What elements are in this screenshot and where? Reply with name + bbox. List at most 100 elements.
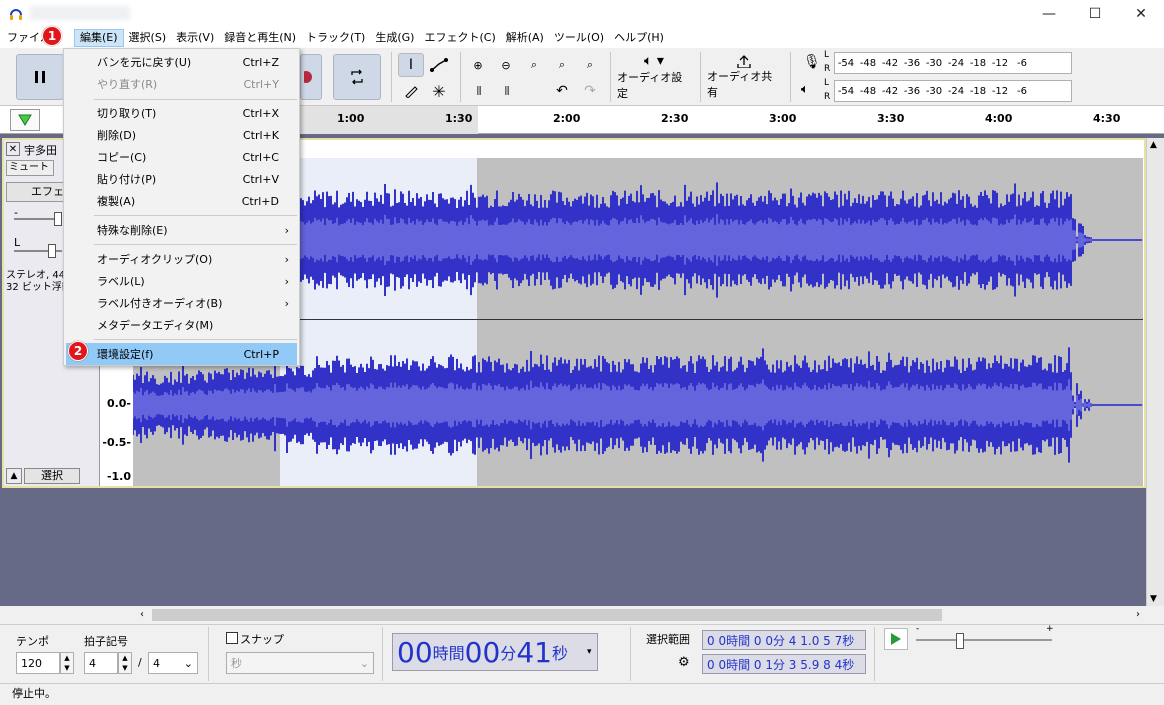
trim-button[interactable]: ⫼ xyxy=(466,79,492,103)
gain-slider-thumb[interactable] xyxy=(54,212,62,226)
record-meter[interactable]: -54 -48 -42 -36 -30 -24 -18 -12 -6 xyxy=(834,52,1072,74)
zoom-out-button[interactable]: ⊖ xyxy=(494,53,518,77)
settings-gear-icon[interactable]: ⚙ xyxy=(678,655,690,670)
tempo-spinner[interactable]: ▲ ▼ xyxy=(60,652,74,674)
selection-end-time[interactable]: 0 0時間 0 1分 3 5.9 8 4秒 xyxy=(702,654,866,674)
menu-help[interactable]: ヘルプ(H) xyxy=(609,29,669,47)
playback-speed-thumb[interactable] xyxy=(956,633,964,649)
redo-button[interactable]: ↷ xyxy=(578,79,602,103)
time-signature-slash: / xyxy=(138,656,142,669)
scroll-down-icon[interactable]: ▼ xyxy=(1150,594,1157,604)
loop-button[interactable] xyxy=(333,54,381,100)
menu-item-copy[interactable]: コピー(C) Ctrl+C xyxy=(64,146,299,168)
snap-unit-select[interactable]: 秒 ⌄ xyxy=(226,652,374,674)
close-icon: ✕ xyxy=(8,143,18,155)
play-icon xyxy=(891,633,901,645)
step-badge-1: 1 xyxy=(42,26,62,46)
status-text: 停止中。 xyxy=(12,687,56,700)
menu-item-duplicate[interactable]: 複製(A) Ctrl+D xyxy=(64,190,299,212)
close-button[interactable]: ✕ xyxy=(1118,0,1164,28)
track-close-button[interactable]: ✕ xyxy=(6,142,20,156)
play-at-speed-button[interactable] xyxy=(884,628,908,650)
zoom-toggle-button[interactable]: ⌕ xyxy=(578,53,602,77)
undo-button[interactable]: ↶ xyxy=(550,79,574,103)
menu-select[interactable]: 選択(S) xyxy=(124,29,172,47)
select-track-button[interactable]: 選択 xyxy=(24,468,80,484)
menu-edit[interactable]: 編集(E) xyxy=(74,29,124,47)
menu-view[interactable]: 表示(V) xyxy=(171,29,219,47)
playback-speed-slider[interactable] xyxy=(916,639,1052,641)
tick-label: 2:00 xyxy=(553,112,581,125)
snap-checkbox[interactable] xyxy=(226,632,238,644)
meter-r-label: R xyxy=(824,64,831,74)
zoom-sel-icon: ⌕ xyxy=(530,58,538,71)
menu-item-preferences[interactable]: 環境設定(f) Ctrl+P xyxy=(66,343,297,365)
horizontal-scrollbar[interactable]: ‹ › xyxy=(0,606,1164,624)
timesig-spinner[interactable]: ▲ ▼ xyxy=(118,652,132,674)
silence-button[interactable]: ⫼ xyxy=(494,79,520,103)
playback-meter[interactable]: -54 -48 -42 -36 -30 -24 -18 -12 -6 xyxy=(834,80,1072,102)
menu-item-special-delete[interactable]: 特殊な削除(E) › xyxy=(64,219,299,241)
time-signature-denominator[interactable]: 4 ⌄ xyxy=(148,652,198,674)
scrollbar-thumb[interactable] xyxy=(152,609,942,621)
time-display[interactable]: 00 時間 00 分 41 秒 ▾ xyxy=(392,633,598,671)
menu-item-cut[interactable]: 切り取り(T) Ctrl+X xyxy=(64,102,299,124)
selection-tool[interactable]: I xyxy=(398,53,424,77)
tick-label: 1:30 xyxy=(445,112,473,125)
tempo-input[interactable]: 120 xyxy=(16,652,60,674)
redo-icon: ↷ xyxy=(584,83,596,99)
collapse-track-button[interactable]: ▲ xyxy=(6,468,22,484)
menu-item-delete[interactable]: 削除(D) Ctrl+K xyxy=(64,124,299,146)
menu-effect[interactable]: エフェクト(C) xyxy=(419,29,500,47)
menu-bar: ファイル 編集(E) 選択(S) 表示(V) 録音と再生(N) トラック(T) … xyxy=(0,28,1164,48)
track-name[interactable]: 宇多田 xyxy=(24,142,57,158)
time-signature-numerator[interactable]: 4 xyxy=(84,652,118,674)
zoom-toggle-icon: ⌕ xyxy=(586,58,594,71)
menu-tracks[interactable]: トラック(T) xyxy=(301,29,370,47)
record-button[interactable] xyxy=(300,54,322,100)
menu-analyze[interactable]: 解析(A) xyxy=(501,29,549,47)
vertical-scrollbar[interactable]: ▲ ▼ xyxy=(1146,138,1164,606)
menu-transport[interactable]: 録音と再生(N) xyxy=(219,29,301,47)
draw-tool[interactable] xyxy=(398,79,424,103)
scroll-up-icon[interactable]: ▲ xyxy=(1150,140,1157,150)
speed-minus-icon: - xyxy=(916,624,920,634)
menu-item-undo[interactable]: バンを元に戻す(U) Ctrl+Z xyxy=(64,51,299,73)
zoom-in-button[interactable]: ⊕ xyxy=(466,53,490,77)
scroll-left-icon[interactable]: ‹ xyxy=(140,609,144,620)
meter-r-label-2: R xyxy=(824,92,831,102)
selection-start-time[interactable]: 0 0時間 0 0分 4 1.0 5 7秒 xyxy=(702,630,866,650)
menu-item-metadata[interactable]: メタデータエディタ(M) xyxy=(64,314,299,336)
audio-setup-button[interactable]: 🔈︎ ▾ オーディオ設定 xyxy=(616,53,692,101)
envelope-tool[interactable] xyxy=(426,53,452,77)
minimize-button[interactable]: — xyxy=(1026,0,1072,28)
menu-tools[interactable]: ツール(O) xyxy=(549,29,609,47)
tick-label: 4:00 xyxy=(985,112,1013,125)
timeline-options-button[interactable] xyxy=(10,109,40,131)
pause-button[interactable] xyxy=(16,54,64,100)
menu-item-labeled-audio[interactable]: ラベル付きオーディオ(B) › xyxy=(64,292,299,314)
menu-item-paste[interactable]: 貼り付け(P) Ctrl+V xyxy=(64,168,299,190)
multi-tool[interactable]: ✳ xyxy=(426,79,452,103)
pan-slider-thumb[interactable] xyxy=(48,244,56,258)
undo-icon: ↶ xyxy=(556,83,568,99)
pencil-icon xyxy=(405,86,418,98)
menu-item-labels[interactable]: ラベル(L) › xyxy=(64,270,299,292)
scale-label-neg-half: -0.5- xyxy=(102,436,131,449)
title-bar: — ☐ ✕ xyxy=(0,0,1164,28)
menu-generate[interactable]: 生成(G) xyxy=(370,29,419,47)
bottom-toolbar: テンポ 120 ▲ ▼ 拍子記号 4 ▲ ▼ / 4 ⌄ スナップ 秒 ⌄ 00 時間 0… xyxy=(0,624,1164,682)
share-audio-button[interactable]: オーディオ共有 xyxy=(706,53,782,101)
triangle-up-icon: ▲ xyxy=(10,471,18,481)
fit-selection-button[interactable]: ⌕ xyxy=(522,53,546,77)
menu-item-redo[interactable]: やり直す(R) Ctrl+Y xyxy=(64,73,299,95)
fit-project-button[interactable]: ⌕ xyxy=(550,53,574,77)
scroll-right-icon[interactable]: › xyxy=(1136,609,1140,620)
maximize-button[interactable]: ☐ xyxy=(1072,0,1118,28)
pan-left-label: L xyxy=(14,236,21,249)
record-icon xyxy=(304,71,312,83)
selection-label: 選択範囲 xyxy=(646,633,690,646)
asterisk-icon: ✳ xyxy=(432,81,446,101)
menu-item-audio-clip[interactable]: オーディオクリップ(O) › xyxy=(64,248,299,270)
mute-button[interactable]: ミュート xyxy=(6,160,54,176)
